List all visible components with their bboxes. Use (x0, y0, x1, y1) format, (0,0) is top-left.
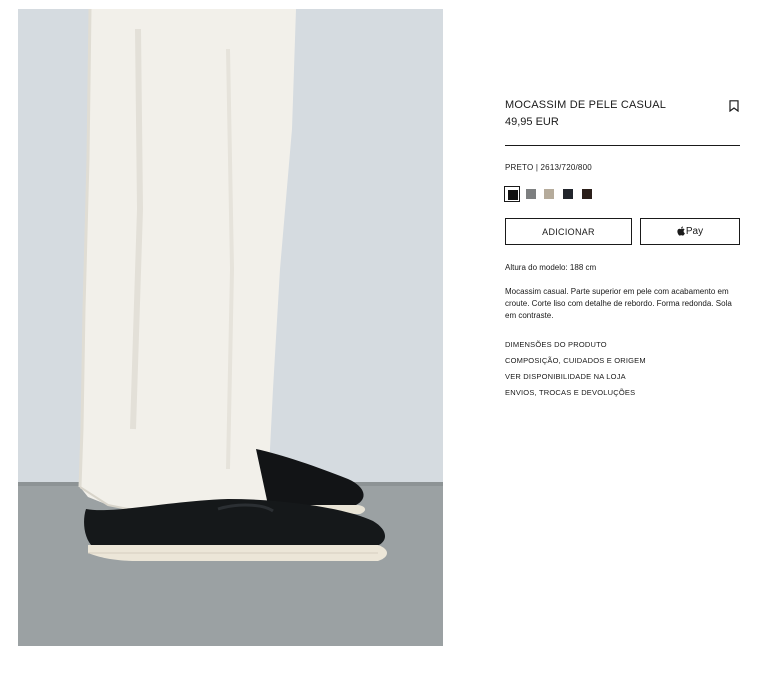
color-swatch-black[interactable] (504, 186, 520, 202)
color-swatch-navy[interactable] (560, 186, 576, 202)
product-description: Mocassim casual. Parte superior em pele … (505, 287, 732, 320)
product-title: MOCASSIM DE PELE CASUAL (505, 99, 667, 111)
product-photo (18, 9, 443, 646)
link-product-dimensions[interactable]: DIMENSÕES DO PRODUTO (505, 340, 607, 349)
color-reference: PRETO | 2613/720/800 (505, 163, 592, 172)
apple-pay-label: Pay (685, 226, 704, 237)
bookmark-icon[interactable] (729, 100, 739, 112)
apple-logo-icon (677, 226, 685, 236)
link-composition-care[interactable]: COMPOSIÇÃO, CUIDADOS E ORIGEM (505, 356, 646, 365)
color-swatch-beige[interactable] (541, 186, 557, 202)
model-height: Altura do modelo: 188 cm (505, 263, 597, 272)
link-store-availability[interactable]: VER DISPONIBILIDADE NA LOJA (505, 372, 626, 381)
product-price: 49,95 EUR (505, 116, 559, 128)
add-to-cart-button[interactable]: ADICIONAR (505, 218, 632, 245)
color-swatch-grey[interactable] (523, 186, 539, 202)
divider (505, 145, 740, 146)
color-swatch-brown[interactable] (579, 186, 595, 202)
product-image[interactable] (18, 9, 443, 646)
link-shipping-returns[interactable]: ENVIOS, TROCAS E DEVOLUÇÕES (505, 388, 635, 397)
apple-pay-button[interactable]: Pay (640, 218, 740, 245)
